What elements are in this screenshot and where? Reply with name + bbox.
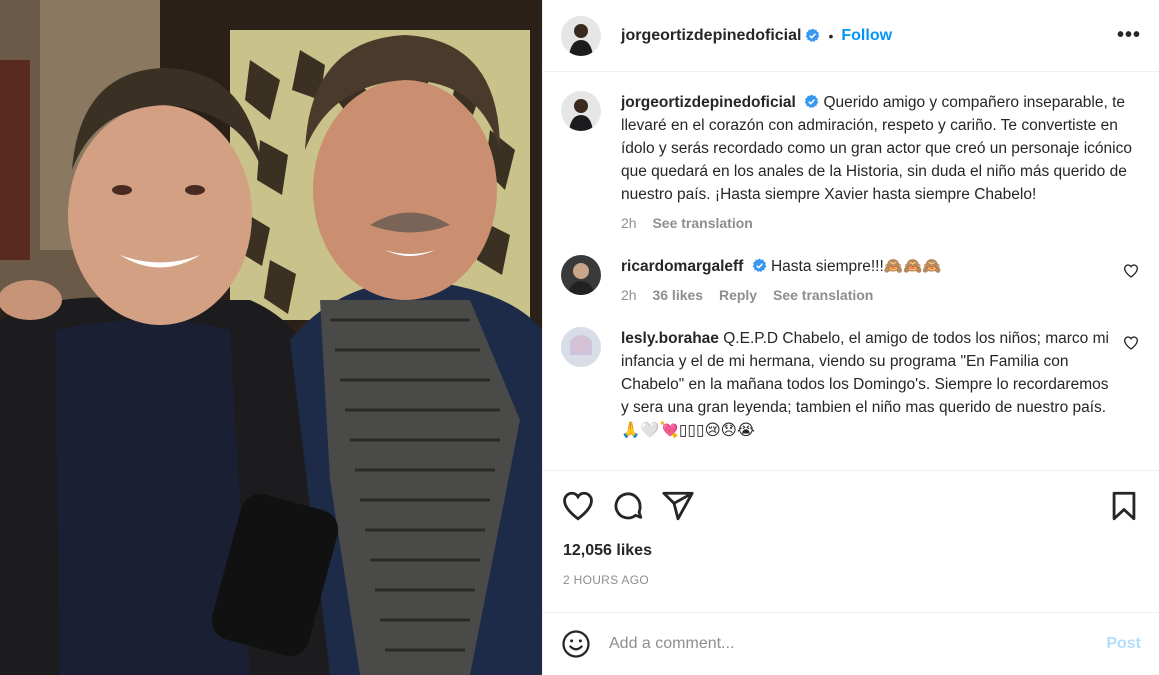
author-username[interactable]: jorgeortizdepinedoficial (621, 27, 801, 45)
caption: jorgeortizdepinedoficial Querido amigo y… (561, 91, 1141, 235)
commenter-avatar[interactable] (561, 255, 601, 295)
comment-input[interactable] (609, 635, 1107, 653)
comment-username[interactable]: ricardomargaleff (621, 258, 743, 275)
commenter-avatar[interactable] (561, 327, 601, 367)
comment-username[interactable]: lesly.borahae (621, 330, 719, 347)
post-comment-button[interactable]: Post (1106, 635, 1141, 653)
caption-meta: 2h See translation (621, 212, 1141, 235)
comment-meta: 2h 36 likes Reply See translation (621, 284, 1111, 307)
smiley-icon[interactable] (561, 629, 591, 659)
bookmark-icon[interactable] (1107, 489, 1141, 523)
paper-plane-icon[interactable] (661, 489, 695, 523)
verified-badge-icon (752, 258, 766, 272)
verified-badge-icon (804, 94, 819, 108)
photo-illustration (0, 0, 542, 675)
post-header: jorgeortizdepinedoficial • Follow ••• (543, 0, 1159, 72)
comment-bubble-icon[interactable] (611, 489, 645, 523)
post-side-panel: jorgeortizdepinedoficial • Follow ••• jo… (542, 0, 1159, 675)
more-options-icon[interactable]: ••• (1117, 24, 1141, 47)
comment-like-heart-icon[interactable] (1123, 335, 1139, 351)
comment-like-heart-icon[interactable] (1123, 263, 1139, 279)
post-photo[interactable] (0, 0, 542, 675)
comment-item: lesly.borahae Q.E.P.D Chabelo, el amigo … (561, 327, 1141, 442)
likes-count[interactable]: 12,056 likes (563, 542, 652, 560)
reply-button[interactable]: Reply (719, 287, 757, 303)
comment-text: Hasta siempre!!!🙈🙈🙈 (770, 258, 942, 275)
see-translation-button[interactable]: See translation (652, 215, 752, 231)
post-timestamp: 2 HOURS AGO (563, 573, 649, 587)
author-avatar[interactable] (561, 15, 601, 56)
verified-badge-icon (806, 28, 820, 42)
see-translation-button[interactable]: See translation (773, 287, 873, 303)
heart-icon[interactable] (561, 489, 595, 523)
caption-time: 2h (621, 215, 637, 231)
comments-list[interactable]: jorgeortizdepinedoficial Querido amigo y… (543, 73, 1159, 471)
comment-time: 2h (621, 287, 637, 303)
caption-avatar[interactable] (561, 91, 601, 131)
post-actions (561, 486, 1141, 526)
comment-item: ricardomargaleff Hasta siempre!!!🙈🙈🙈 2h … (561, 255, 1141, 307)
follow-button[interactable]: Follow (841, 27, 892, 45)
comment-likes[interactable]: 36 likes (652, 287, 703, 303)
caption-username[interactable]: jorgeortizdepinedoficial (621, 94, 796, 111)
comment-composer: Post (543, 612, 1159, 675)
header-separator: • (828, 27, 834, 44)
